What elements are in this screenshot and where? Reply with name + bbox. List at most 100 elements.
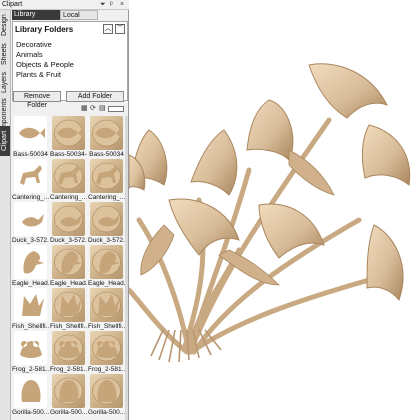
thumbnail-caption: Bass-50034-B — [50, 151, 87, 158]
tab-local-files[interactable]: Local Files — [60, 10, 98, 29]
side-tab-clipart[interactable]: Clipart — [0, 126, 10, 156]
folder-item-decorative[interactable]: Decorative — [16, 40, 74, 50]
remove-folder-button[interactable]: Remove Folder — [13, 91, 61, 109]
side-tab-strip: Design Sheets Layers Components Clipart — [0, 10, 11, 420]
folder-list: Decorative Animals Objects & People Plan… — [16, 40, 74, 80]
eagle-icon — [14, 245, 47, 279]
close-icon[interactable]: × — [120, 0, 124, 9]
size-slider[interactable] — [108, 106, 124, 112]
shellfish-plaque-icon — [52, 288, 85, 322]
refresh-icon[interactable]: ⟳ — [90, 104, 96, 113]
thumbnail-caption: Frog_2-581... — [50, 366, 87, 373]
thumbnail-item[interactable]: Gorilla-500... — [50, 374, 87, 416]
frog-plaque-icon — [52, 331, 85, 365]
calla-lily-relief-model — [129, 63, 411, 363]
thumbnail-caption: Cantering_... — [88, 194, 125, 201]
3d-viewport[interactable] — [129, 0, 420, 420]
thumbnail-caption: Gorilla-500... — [88, 409, 125, 416]
thumbnail-item[interactable]: Bass-50034-B — [50, 116, 87, 158]
side-tab-design[interactable]: Design — [0, 11, 10, 39]
horse-plaque-icon — [52, 159, 85, 193]
thumbnail-item[interactable]: Cantering_... — [50, 159, 87, 201]
thumbnail-item[interactable]: Fish_Shellfi... — [50, 288, 87, 330]
thumbnail-caption: Gorilla-500... — [50, 409, 87, 416]
folder-item-plants-fruit[interactable]: Plants & Fruit — [16, 70, 74, 80]
clipart-thumbnail-grid: Bass-50034Bass-50034-BBass-50034 Canterin… — [12, 116, 125, 420]
thumbnail-caption: Eagle_Head... — [88, 280, 125, 287]
thumbnail-item[interactable]: Duck_3-572... — [50, 202, 87, 244]
thumbnail-item[interactable]: Gorilla-500... — [12, 374, 49, 416]
thumbnail-item[interactable]: Frog_2-581... — [12, 331, 49, 373]
down-arrow-button[interactable]: ﹀ — [115, 24, 125, 34]
folder-item-objects-people[interactable]: Objects & People — [16, 60, 74, 70]
thumbnail-caption: Bass-50034 — [89, 151, 124, 158]
thumbnail-item[interactable]: Cantering_... — [12, 159, 49, 201]
thumbnail-caption: Duck_3-572... — [88, 237, 125, 244]
lily-bloom-6 — [168, 198, 240, 256]
thumbnail-item[interactable]: Cantering_... — [88, 159, 125, 201]
tab-library-browser[interactable]: Library Browser — [12, 10, 60, 28]
duck-plaque-icon — [52, 202, 85, 236]
lily-bloom-3 — [190, 129, 238, 196]
thumbnail-caption: Frog_2-581... — [88, 366, 125, 373]
thumbnail-caption: Gorilla-500... — [12, 409, 49, 416]
lily-bloom-7 — [258, 203, 325, 259]
panel-menu-icon[interactable]: ⏷ — [100, 0, 106, 9]
folder-item-animals[interactable]: Animals — [16, 50, 74, 60]
thumbnail-item[interactable]: Bass-50034 — [88, 116, 125, 158]
frog-plaque-icon — [90, 331, 123, 365]
thumbnail-item[interactable]: Eagle_Head... — [12, 245, 49, 287]
shellfish-icon — [14, 288, 47, 322]
duck-plaque-icon — [90, 202, 123, 236]
thumbnail-item[interactable]: Gorilla-500... — [88, 374, 125, 416]
eagle-plaque-icon — [52, 245, 85, 279]
panel-title-bar: Clipart ⏷ ᵖ × — [0, 0, 129, 10]
thumbnail-item[interactable]: Frog_2-581... — [88, 331, 125, 373]
frog-icon — [14, 331, 47, 365]
lily-bloom-4 — [361, 124, 411, 186]
lily-bloom-2 — [246, 99, 294, 161]
grid-view-icon[interactable]: ▦ — [81, 104, 88, 113]
side-tab-layers[interactable]: Layers — [0, 69, 10, 95]
gorilla-plaque-icon — [52, 374, 85, 408]
thumbnail-caption: Bass-50034 — [13, 151, 48, 158]
gorilla-icon — [14, 374, 47, 408]
duck-icon — [14, 202, 47, 236]
lily-flowers — [129, 63, 411, 302]
panel-title: Clipart — [2, 1, 23, 8]
grid-scrollbar[interactable] — [125, 116, 128, 420]
thumbnail-caption: Fish_Shellfi... — [12, 323, 49, 330]
thumbnail-item[interactable]: Fish_Shellfi... — [12, 288, 49, 330]
clipart-panel: Clipart ⏷ ᵖ × Design Sheets Layers Compo… — [0, 0, 129, 420]
gorilla-plaque-icon — [90, 374, 123, 408]
thumbnail-item[interactable]: Fish_Shellfi... — [88, 288, 125, 330]
fish-icon — [14, 116, 47, 150]
add-folder-button[interactable]: Add Folder — [66, 91, 124, 102]
side-tab-sheets[interactable]: Sheets — [0, 40, 10, 68]
thumbnail-caption: Frog_2-581... — [12, 366, 49, 373]
thumbnail-caption: Duck_3-572... — [12, 237, 49, 244]
pin-icon[interactable]: ᵖ — [110, 0, 113, 9]
thumbnail-caption: Cantering_... — [12, 194, 49, 201]
eagle-plaque-icon — [90, 245, 123, 279]
thumbnail-caption: Duck_3-572... — [50, 237, 87, 244]
horse-plaque-icon — [90, 159, 123, 193]
thumbnail-item[interactable]: Bass-50034 — [12, 116, 49, 158]
lily-bloom-1 — [308, 63, 389, 119]
thumbnail-item[interactable]: Eagle_Head... — [50, 245, 87, 287]
thumbnail-item[interactable]: Eagle_Head... — [88, 245, 125, 287]
fish-plaque-icon — [90, 116, 123, 150]
thumbnail-item[interactable]: Duck_3-572... — [12, 202, 49, 244]
fish-plaque-icon — [52, 116, 85, 150]
thumbnail-item[interactable]: Duck_3-572... — [88, 202, 125, 244]
up-arrow-button[interactable]: ︿ — [103, 24, 113, 34]
library-folders-title: Library Folders — [15, 25, 74, 34]
library-tabs: Library Browser Local Files — [12, 10, 129, 29]
thumbnail-toolbar: ▦ ⟳ ▤ — [12, 104, 128, 113]
thumbnail-item[interactable]: Frog_2-581... — [50, 331, 87, 373]
lily-bloom-8 — [366, 224, 404, 302]
chevron-up-icon: ︿ — [104, 25, 112, 32]
thumbnail-caption: Fish_Shellfi... — [88, 323, 125, 330]
chevron-down-icon: ﹀ — [116, 25, 124, 32]
list-view-icon[interactable]: ▤ — [99, 104, 106, 113]
